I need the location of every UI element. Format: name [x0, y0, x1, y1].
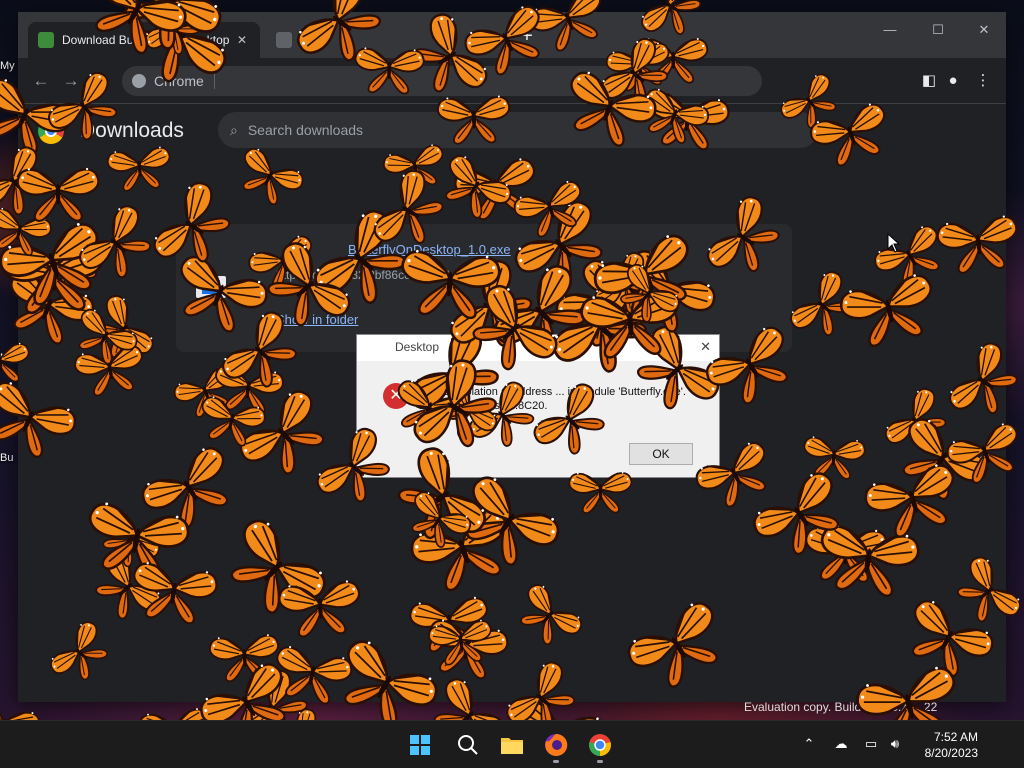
clock-date: 8/20/2023 — [924, 746, 978, 760]
folder-icon — [501, 738, 523, 754]
download-file-name[interactable]: ButterflyOnDesktop_1.0.exe — [348, 242, 511, 257]
tray-overflow-icon[interactable]: ⌃ — [800, 735, 818, 753]
running-indicator — [553, 760, 559, 763]
error-icon: ✕ — [383, 383, 409, 409]
clock-time: 7:52 AM — [933, 730, 978, 744]
ok-button[interactable]: OK — [629, 443, 693, 465]
desktop-icon-network[interactable]: N — [0, 350, 20, 364]
desktop-icon-label: N — [0, 352, 8, 364]
minimize-icon[interactable]: — — [876, 18, 904, 42]
search-icon: ⌕ — [230, 121, 238, 138]
windows-logo-icon — [410, 735, 430, 755]
running-indicator — [597, 760, 603, 763]
downloads-search-input[interactable]: ⌕ Search downloads — [218, 112, 818, 148]
maximize-icon[interactable]: ☐ — [924, 18, 952, 42]
exe-file-icon — [196, 276, 226, 298]
close-icon[interactable]: ✕ — [700, 339, 711, 355]
system-clock[interactable]: 7:52 AM 8/20/2023 — [925, 729, 978, 761]
tab-second[interactable]: Do ✕ — [266, 22, 496, 58]
downloads-header: Downloads ⌕ Search downloads — [18, 104, 1006, 158]
chrome-icon — [132, 74, 146, 88]
address-bar[interactable]: Chrome — [122, 66, 762, 96]
volume-icon[interactable]: 🔊︎ — [886, 735, 904, 753]
chrome-icon — [589, 734, 611, 756]
dialog-title-bar: Desktop ✕ — [357, 335, 719, 361]
extensions-icon[interactable]: ◧ — [918, 70, 940, 92]
start-button[interactable] — [404, 729, 436, 761]
tab-title: Do — [300, 33, 316, 47]
firefox-icon — [545, 733, 568, 756]
profile-icon[interactable]: ● — [942, 70, 964, 92]
site-favicon-icon — [276, 32, 292, 48]
evaluation-watermark: Evaluation copy. Build 25375.zn...22 — [744, 700, 938, 714]
mouse-cursor-icon — [887, 233, 901, 253]
close-tab-icon[interactable]: ✕ — [470, 33, 486, 47]
network-icon[interactable]: ▭ — [862, 735, 880, 753]
reload-button[interactable]: ↻ — [90, 70, 112, 92]
back-button[interactable]: ← — [30, 70, 52, 92]
show-in-folder-link[interactable]: Show in folder — [276, 312, 358, 327]
taskbar: ⌃ ☁ ▭ 🔊︎ 7:52 AM 8/20/2023 — [0, 720, 1024, 768]
browser-toolbar: ← → ↻ Chrome ◧ ● ⋮ — [18, 58, 1006, 104]
file-explorer-button[interactable] — [496, 729, 528, 761]
desktop-icon-butterfly[interactable]: Bu — [0, 450, 20, 464]
taskbar-search-button[interactable] — [452, 729, 484, 761]
menu-icon[interactable]: ⋮ — [972, 70, 994, 92]
chrome-logo-icon — [38, 118, 64, 144]
divider — [213, 73, 215, 89]
download-item: ButterflyOnDesktop_1.0.exe https://cdn.b… — [176, 224, 792, 352]
tab-strip: Download Butterfly On Desktop ✕ Do ✕ + —… — [18, 12, 1006, 58]
desktop-icon-label: Bu — [0, 452, 14, 464]
close-window-icon[interactable]: ✕ — [970, 18, 998, 42]
search-placeholder: Search downloads — [247, 122, 364, 138]
desktop-icon-this-pc[interactable]: My — [0, 58, 20, 72]
search-icon — [458, 735, 478, 755]
address-bar-label: Chrome — [154, 73, 204, 89]
new-tab-button[interactable]: + — [516, 25, 538, 47]
download-url[interactable]: https://cdn.b...32/2bf86c8ce3...9b1e97d2 — [276, 268, 494, 282]
forward-button[interactable]: → — [60, 70, 82, 92]
desktop-icon-label: My — [0, 60, 15, 72]
page-title: Downloads — [80, 119, 184, 142]
error-dialog: Desktop ✕ ✕ Access violation at address … — [356, 334, 720, 478]
site-favicon-icon — [38, 32, 54, 48]
tab-title: Download Butterfly On Desktop — [62, 33, 230, 47]
error-message: Access violation at address ... in modul… — [419, 386, 686, 412]
tab-download-butterfly[interactable]: Download Butterfly On Desktop ✕ — [28, 22, 260, 58]
chrome-taskbar-button[interactable] — [584, 729, 616, 763]
dialog-title: Desktop — [395, 340, 440, 354]
onedrive-icon[interactable]: ☁ — [832, 735, 850, 753]
close-tab-icon[interactable]: ✕ — [234, 33, 250, 47]
firefox-button[interactable] — [540, 729, 572, 763]
